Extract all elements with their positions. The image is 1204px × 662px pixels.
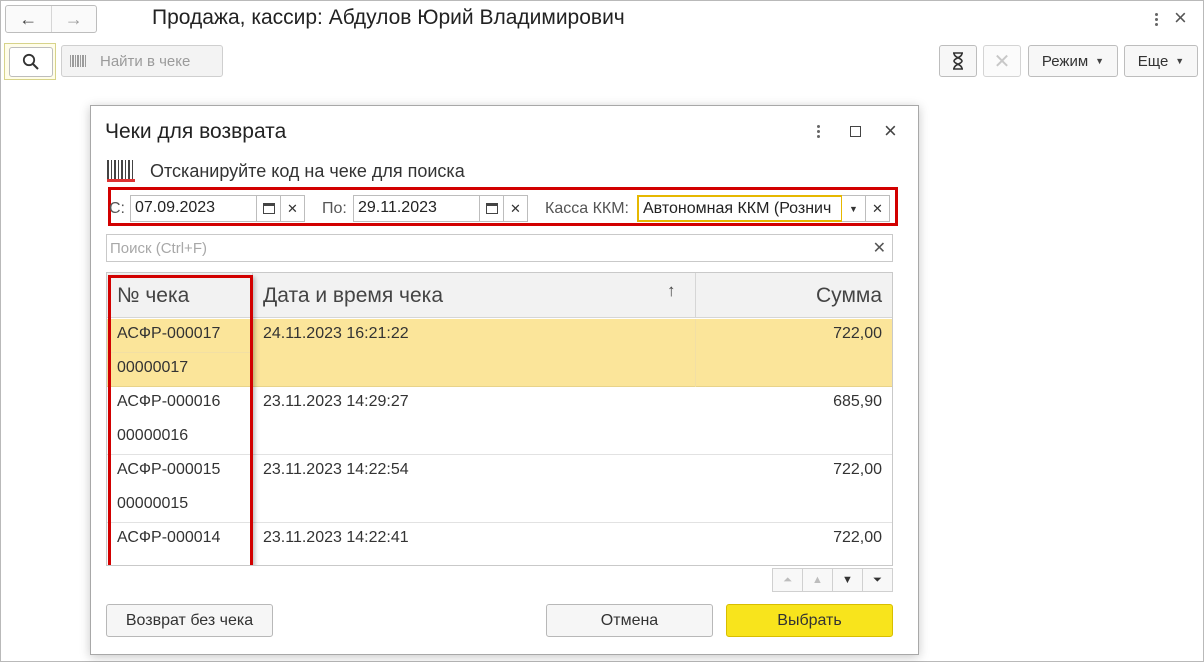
- scroll-up-icon[interactable]: ▲: [802, 569, 832, 591]
- forward-arrow-icon[interactable]: →: [50, 6, 97, 32]
- column-header-datetime[interactable]: Дата и время чека: [263, 273, 443, 318]
- mode-menu-button[interactable]: Режим ▼: [1028, 45, 1118, 77]
- maximize-icon[interactable]: [850, 126, 861, 137]
- more-label: Еще: [1137, 52, 1169, 70]
- cancel-button[interactable]: Отмена: [546, 604, 713, 637]
- calendar-icon: [485, 203, 498, 214]
- clear-date-from-button[interactable]: ✕: [281, 195, 305, 222]
- receipt-datetime: 24.11.2023 16:21:22: [263, 325, 409, 342]
- search-button[interactable]: [4, 43, 56, 80]
- calendar-button[interactable]: [480, 195, 504, 222]
- chevron-down-icon: ▼: [1175, 56, 1185, 66]
- receipt-sum: 722,00: [833, 529, 882, 546]
- search-field: ✕: [106, 234, 893, 262]
- date-to-label: По:: [322, 200, 347, 217]
- receipt-sum: 722,00: [833, 461, 882, 478]
- sort-ascending-icon: ↑: [667, 281, 676, 300]
- receipt-datetime: 23.11.2023 14:22:54: [263, 461, 409, 478]
- barcode-scan-icon: [107, 160, 135, 182]
- receipt-sum: 685,90: [833, 393, 882, 410]
- table-scroll-controls: ⏶ ▲ ▼ ⏷: [772, 568, 893, 592]
- page-title: Продажа, кассир: Абдулов Юрий Владимиров…: [152, 6, 625, 29]
- dialog-title: Чеки для возврата: [105, 120, 287, 143]
- search-input[interactable]: [107, 235, 857, 261]
- date-from-label: С:: [109, 200, 125, 217]
- scroll-down-icon[interactable]: ▼: [832, 569, 862, 591]
- more-vertical-icon[interactable]: [1148, 8, 1164, 30]
- back-arrow-icon[interactable]: ←: [6, 6, 51, 32]
- returns-dialog: Чеки для возврата × Отсканируйте код на …: [90, 105, 919, 655]
- scroll-to-bottom-icon[interactable]: ⏷: [862, 569, 892, 591]
- kkm-field[interactable]: Автономная ККМ (Рознич: [637, 195, 843, 222]
- more-menu-button[interactable]: Еще ▼: [1124, 45, 1198, 77]
- find-in-receipt-label: Найти в чеке: [100, 52, 191, 70]
- close-icon: ✕: [510, 200, 521, 216]
- close-icon[interactable]: ×: [1174, 5, 1187, 31]
- date-from-field[interactable]: 07.09.2023: [130, 195, 257, 222]
- navigation-buttons: ← →: [5, 5, 97, 33]
- receipt-datetime: 23.11.2023 14:29:27: [263, 393, 409, 410]
- return-without-receipt-button[interactable]: Возврат без чека: [106, 604, 273, 637]
- scroll-to-top-icon[interactable]: ⏶: [773, 569, 802, 591]
- calendar-button[interactable]: [257, 195, 281, 222]
- close-icon: ✕: [287, 200, 298, 216]
- hourglass-icon: [953, 52, 963, 70]
- receipt-sum: 722,00: [833, 325, 882, 342]
- find-in-receipt-button[interactable]: Найти в чеке: [61, 45, 223, 77]
- filters-panel: С: 07.09.2023 ✕ По: 29.11.2023 ✕ Касса К…: [108, 187, 898, 226]
- receipts-table: № чека Дата и время чека ↑ Сумма АСФР-00…: [106, 272, 893, 566]
- more-vertical-icon[interactable]: [811, 121, 825, 141]
- column-header-sum[interactable]: Сумма: [816, 273, 882, 318]
- barcode-icon: [70, 55, 86, 67]
- mode-label: Режим: [1041, 52, 1089, 70]
- close-icon: ✕: [872, 200, 883, 216]
- column-divider: [695, 319, 696, 387]
- receipt-datetime: 23.11.2023 14:22:41: [263, 529, 409, 546]
- clear-kkm-button[interactable]: ✕: [866, 195, 890, 222]
- select-button[interactable]: Выбрать: [726, 604, 893, 637]
- number-column-highlight: [108, 275, 253, 565]
- chevron-down-icon: ▼: [1095, 56, 1105, 66]
- date-to-field[interactable]: 29.11.2023: [353, 195, 480, 222]
- calendar-icon: [262, 203, 275, 214]
- clear-button[interactable]: ✕: [983, 45, 1021, 77]
- chevron-down-icon: ▼: [849, 203, 858, 214]
- scan-hint-row: Отсканируйте код на чеке для поиска: [107, 160, 465, 182]
- close-icon[interactable]: ×: [884, 119, 897, 143]
- close-icon[interactable]: ✕: [873, 238, 886, 258]
- kkm-label: Касса ККМ:: [545, 200, 629, 217]
- clear-date-to-button[interactable]: ✕: [504, 195, 528, 222]
- column-divider: [695, 273, 696, 318]
- search-icon: [9, 47, 53, 77]
- close-icon: ✕: [993, 50, 1011, 73]
- kkm-dropdown-button[interactable]: ▼: [842, 195, 866, 222]
- hourglass-button[interactable]: [939, 45, 977, 77]
- scan-hint: Отсканируйте код на чеке для поиска: [150, 160, 465, 181]
